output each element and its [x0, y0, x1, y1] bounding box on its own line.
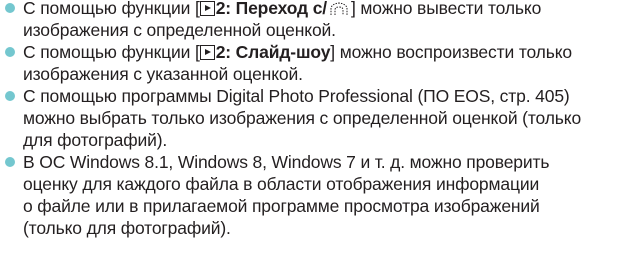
note-line: С помощью функции [ 2: Переход с/ ] можно … [23, 0, 623, 19]
note-windows: В ОС Windows 8.1, Windows 8, Windows 7 и… [0, 151, 623, 239]
note-line: можно выбрать только изображения с опред… [23, 108, 582, 128]
notes-list: С помощью функции [ 2: Переход с/ ] можно … [0, 0, 623, 239]
note-line: о файле или в прилагаемой программе прос… [23, 196, 540, 216]
note-slideshow: С помощью функции [ 2: Слайд-шоу] можно в… [0, 41, 623, 85]
rating-icon [330, 2, 348, 15]
bullet-icon [5, 157, 15, 167]
menu-name-jump: 2: Переход с/ [215, 0, 327, 18]
bullet-icon [5, 3, 15, 13]
note-line: С помощью программы Digital Photo Profes… [23, 86, 570, 106]
bullet-icon [5, 91, 15, 101]
playback-icon [199, 45, 215, 60]
note-text: ] можно воспроизвести только [330, 42, 572, 62]
note-line: изображения с определенной оценкой. [23, 20, 336, 40]
note-text: С помощью функции [ [23, 0, 200, 18]
note-line: изображения с указанной оценкой. [23, 64, 303, 84]
note-line: С помощью функции [ 2: Слайд-шоу] можно в… [23, 41, 623, 63]
playback-icon [199, 1, 215, 16]
note-text: С помощью функции [ [23, 42, 200, 62]
note-line: оценку для каждого файла в области отобр… [23, 174, 540, 194]
menu-name-slideshow: 2: Слайд-шоу [215, 42, 331, 62]
note-line: для фотографий). [23, 130, 168, 150]
note-line: В ОС Windows 8.1, Windows 8, Windows 7 и… [23, 152, 550, 172]
note-jump-by-rating: С помощью функции [ 2: Переход с/ ] можно … [0, 0, 623, 41]
note-dpp: С помощью программы Digital Photo Profes… [0, 85, 623, 151]
note-text: ] можно вывести только [351, 0, 542, 18]
note-line: (только для фотографий). [23, 218, 231, 238]
bullet-icon [5, 47, 15, 57]
